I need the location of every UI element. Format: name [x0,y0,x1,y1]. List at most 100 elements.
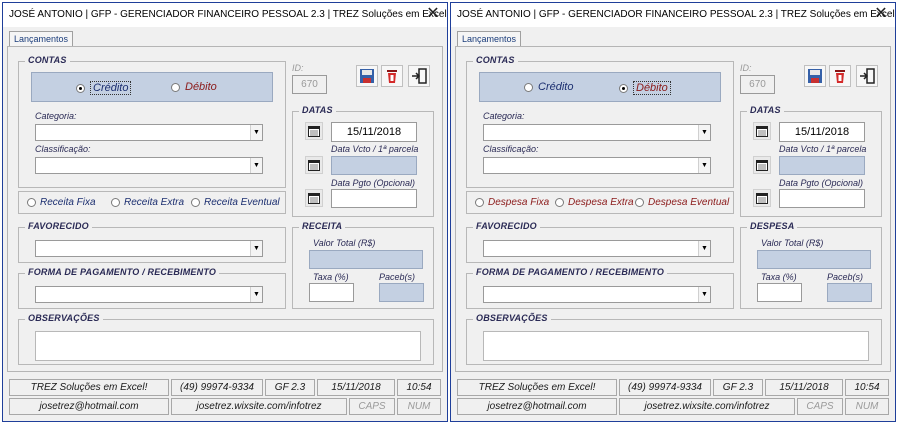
taxa-label: Taxa (%) [313,272,349,282]
observacoes-textarea[interactable] [35,331,421,361]
date-field[interactable]: 15/11/2018 [331,122,417,142]
status-email[interactable]: josetrez@hotmail.com [9,398,169,415]
categoria-combo[interactable]: ▼ [483,124,711,141]
radio-dot [635,198,644,207]
forma-frame: FORMA DE PAGAMENTO / RECEBIMENTO ▼ [466,267,734,309]
status-time: 10:54 [397,379,441,396]
radio-dot [171,82,180,92]
chevron-down-icon[interactable]: ▼ [698,241,710,256]
title-bar: JOSÉ ANTONIO | GFP - GERENCIADOR FINANCE… [3,3,447,27]
chevron-down-icon[interactable]: ▼ [250,241,262,256]
forma-frame: FORMA DE PAGAMENTO / RECEBIMENTO ▼ [18,267,286,309]
save-button[interactable] [804,65,826,87]
calendar-button[interactable] [305,122,323,140]
categoria-combo[interactable]: ▼ [35,124,263,141]
pgto-field[interactable] [779,189,865,208]
observacoes-textarea[interactable] [483,331,869,361]
radio-dot [524,82,533,92]
favorecido-combo[interactable]: ▼ [483,240,711,257]
valor-field[interactable] [757,250,871,269]
close-icon[interactable]: ✕ [873,6,889,22]
radio-dot [111,198,120,207]
status-site[interactable]: josetrez.wixsite.com/infotrez [171,398,347,415]
radio-debito[interactable]: Débito [619,81,671,95]
conta-type-bar: Crédito Débito [31,72,273,102]
status-company: TREZ Soluções em Excel! [457,379,617,396]
despesa-title: DESPESA [747,221,798,231]
radio-dot [27,198,36,207]
status-version: GF 2.3 [713,379,763,396]
favorecido-title: FAVORECIDO [25,221,92,231]
status-site[interactable]: josetrez.wixsite.com/infotrez [619,398,795,415]
chevron-down-icon[interactable]: ▼ [250,158,262,173]
status-email[interactable]: josetrez@hotmail.com [457,398,617,415]
status-phone: (49) 99974-9334 [171,379,263,396]
classificacao-combo[interactable]: ▼ [483,157,711,174]
exit-door-icon [412,68,427,84]
taxa-field[interactable] [757,283,802,302]
classificacao-combo[interactable]: ▼ [35,157,263,174]
favorecido-title: FAVORECIDO [473,221,540,231]
radio-debito[interactable]: Débito [171,81,217,93]
radio-credito[interactable]: Crédito [524,81,573,93]
radio-credito[interactable]: Crédito [76,81,132,95]
parcelas-field[interactable] [379,283,424,302]
classificacao-label: Classificação: [483,144,539,154]
parcelas-field[interactable] [827,283,872,302]
status-caps: CAPS [349,398,395,415]
close-icon[interactable]: ✕ [425,6,441,22]
tab-lancamentos[interactable]: Lançamentos [9,31,74,47]
receita-title: RECEITA [299,221,346,231]
chevron-down-icon[interactable]: ▼ [250,125,262,140]
calendar-button[interactable] [305,189,323,207]
forma-combo[interactable]: ▼ [483,286,711,303]
chevron-down-icon[interactable]: ▼ [250,287,262,302]
favorecido-combo[interactable]: ▼ [35,240,263,257]
calendar-icon [756,160,768,171]
radio-tipo-label: Receita Extra [124,197,185,208]
radio-tipo-eventual[interactable]: Receita Eventual [191,197,280,208]
categoria-label: Categoria: [35,111,77,121]
radio-tipo-extra[interactable]: Despesa Extra [555,197,634,208]
tab-lancamentos[interactable]: Lançamentos [457,31,522,47]
calendar-button[interactable] [305,156,323,174]
exit-button[interactable] [856,65,878,87]
delete-button[interactable] [829,65,851,87]
valor-field[interactable] [309,250,423,269]
exit-door-icon [860,68,875,84]
calendar-button[interactable] [753,122,771,140]
exit-button[interactable] [408,65,430,87]
save-button[interactable] [356,65,378,87]
forma-title: FORMA DE PAGAMENTO / RECEBIMENTO [25,267,220,277]
status-version: GF 2.3 [265,379,315,396]
contas-frame: CONTAS Crédito Débito Categoria: ▼ Class… [466,55,734,188]
classificacao-label: Classificação: [35,144,91,154]
chevron-down-icon[interactable]: ▼ [698,125,710,140]
forma-combo[interactable]: ▼ [35,286,263,303]
vcto-label: Data Vcto / 1ª parcela [331,144,419,154]
vcto-field[interactable] [779,156,865,175]
chevron-down-icon[interactable]: ▼ [698,287,710,302]
chevron-down-icon[interactable]: ▼ [698,158,710,173]
datas-title: DATAS [299,105,336,115]
date-field[interactable]: 15/11/2018 [779,122,865,142]
id-label: ID: [292,63,304,73]
pgto-field[interactable] [331,189,417,208]
taxa-field[interactable] [309,283,354,302]
window-title: JOSÉ ANTONIO | GFP - GERENCIADOR FINANCE… [9,9,447,20]
title-bar: JOSÉ ANTONIO | GFP - GERENCIADOR FINANCE… [451,3,895,27]
radio-dot [619,83,628,93]
calendar-button[interactable] [753,156,771,174]
radio-tipo-fixa[interactable]: Despesa Fixa [475,197,549,208]
radio-tipo-fixa[interactable]: Receita Fixa [27,197,96,208]
radio-tipo-eventual[interactable]: Despesa Eventual [635,197,729,208]
status-num: NUM [397,398,441,415]
contas-title: CONTAS [473,55,518,65]
delete-button[interactable] [381,65,403,87]
calendar-button[interactable] [753,189,771,207]
vcto-field[interactable] [331,156,417,175]
observacoes-title: OBSERVAÇÕES [473,313,551,323]
radio-tipo-label: Receita Fixa [40,197,96,208]
radio-tipo-extra[interactable]: Receita Extra [111,197,184,208]
observacoes-title: OBSERVAÇÕES [25,313,103,323]
